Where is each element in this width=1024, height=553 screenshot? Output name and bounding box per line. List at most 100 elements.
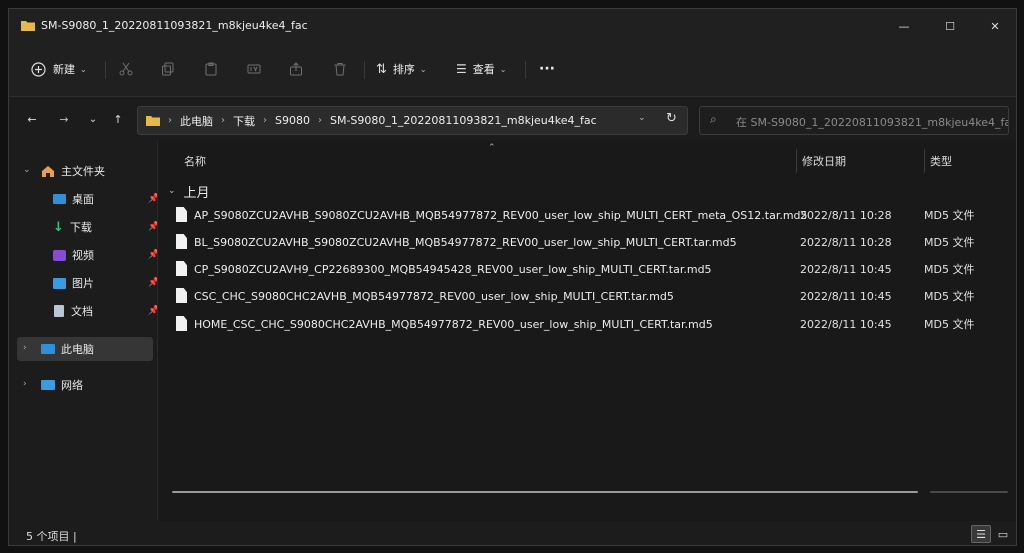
paste-icon[interactable] bbox=[202, 60, 220, 78]
sidebar-item-home[interactable]: 主文件夹 bbox=[17, 159, 153, 183]
sidebar-item-desktop[interactable]: 桌面 📌 bbox=[17, 187, 159, 211]
file-list: ⌃ 名称 修改日期 类型 ⌄ 上月 AP_S9080ZCU2AVHB_S9080… bbox=[157, 141, 1016, 521]
file-date: 2022/8/11 10:28 bbox=[800, 235, 892, 249]
file-name: CSC_CHC_S9080CHC2AVHB_MQB54977872_REV00_… bbox=[194, 289, 674, 303]
sort-icon: ⇅ bbox=[376, 61, 387, 77]
maximize-button[interactable]: ☐ bbox=[927, 9, 973, 43]
column-divider[interactable] bbox=[796, 149, 797, 173]
file-date: 2022/8/11 10:45 bbox=[800, 262, 892, 276]
sidebar-item-label: 网络 bbox=[61, 379, 83, 392]
sidebar-item-documents[interactable]: 文档 📌 bbox=[17, 299, 159, 323]
rename-icon[interactable] bbox=[245, 60, 263, 78]
maximize-icon: ☐ bbox=[945, 19, 955, 33]
sidebar-item-downloads[interactable]: ↓ 下载 📌 bbox=[17, 215, 159, 239]
horizontal-scrollbar-track[interactable] bbox=[930, 491, 1008, 493]
refresh-icon[interactable]: ↻ bbox=[666, 111, 677, 126]
file-name: BL_S9080ZCU2AVHB_S9080ZCU2AVHB_MQB549778… bbox=[194, 235, 737, 249]
table-row[interactable]: CSC_CHC_S9080CHC2AVHB_MQB54977872_REV00_… bbox=[172, 283, 1008, 309]
home-icon bbox=[42, 165, 54, 177]
sort-button[interactable]: ⇅ 排序 ⌄ bbox=[376, 55, 427, 83]
file-type: MD5 文件 bbox=[924, 318, 975, 331]
new-button[interactable]: 新建 ⌄ bbox=[31, 55, 87, 83]
computer-icon bbox=[41, 344, 55, 354]
file-date: 2022/8/11 10:28 bbox=[800, 208, 892, 222]
chevron-right-icon: › bbox=[263, 115, 267, 126]
table-row[interactable]: BL_S9080ZCU2AVHB_S9080ZCU2AVHB_MQB549778… bbox=[172, 229, 1008, 255]
breadcrumb: › 此电脑 › 下载 › S9080 › SM-S9080_1_20220811… bbox=[146, 107, 597, 134]
group-label: 上月 bbox=[183, 185, 210, 201]
more-button[interactable]: ··· bbox=[539, 55, 555, 83]
file-icon bbox=[176, 207, 187, 222]
chevron-down-icon: ⌄ bbox=[499, 64, 507, 74]
column-header-modified[interactable]: 修改日期 bbox=[802, 149, 846, 173]
sidebar-item-pictures[interactable]: 图片 📌 bbox=[17, 271, 159, 295]
minimize-button[interactable]: — bbox=[881, 9, 927, 43]
column-label: 类型 bbox=[930, 155, 952, 168]
search-input[interactable]: ⌕ 在 SM-S9080_1_20220811093821_m8kjeu4ke4… bbox=[699, 106, 1009, 135]
details-view-button[interactable]: ☰ bbox=[971, 525, 991, 543]
explorer-window: SM-S9080_1_20220811093821_m8kjeu4ke4_fac… bbox=[8, 8, 1017, 546]
separator bbox=[525, 61, 526, 79]
up-button[interactable]: ↑ bbox=[107, 105, 129, 133]
details-view-icon: ☰ bbox=[976, 527, 986, 541]
network-icon bbox=[41, 380, 55, 390]
crumb-this-pc[interactable]: 此电脑 bbox=[180, 113, 213, 129]
table-row[interactable]: AP_S9080ZCU2AVHB_S9080ZCU2AVHB_MQB549778… bbox=[172, 202, 1008, 228]
sidebar-item-label: 主文件夹 bbox=[61, 165, 105, 178]
folder-icon bbox=[21, 21, 35, 31]
chevron-right-icon: › bbox=[317, 115, 322, 126]
chevron-right-icon[interactable]: › bbox=[23, 379, 27, 389]
up-arrow-icon: ↑ bbox=[113, 112, 123, 126]
table-row[interactable]: CP_S9080ZCU2AVH9_CP22689300_MQB54945428_… bbox=[172, 256, 1008, 282]
view-label: 查看 bbox=[472, 63, 495, 76]
chevron-right-icon: › bbox=[168, 115, 172, 126]
close-button[interactable]: ✕ bbox=[972, 9, 1016, 43]
sidebar-item-network[interactable]: › 网络 bbox=[17, 373, 153, 397]
desktop-icon bbox=[53, 194, 66, 204]
column-label: 名称 bbox=[184, 155, 206, 168]
separator bbox=[364, 61, 365, 79]
group-header[interactable]: ⌄ 上月 bbox=[168, 181, 210, 201]
horizontal-scrollbar-thumb[interactable] bbox=[172, 491, 918, 493]
forward-button[interactable]: → bbox=[53, 105, 75, 133]
sidebar-item-label: 桌面 bbox=[72, 193, 94, 206]
new-label: 新建 bbox=[53, 63, 75, 76]
chevron-right-icon[interactable]: › bbox=[23, 343, 27, 353]
search-icon: ⌕ bbox=[710, 112, 717, 126]
column-header-name[interactable]: 名称 bbox=[184, 149, 206, 173]
crumb-downloads[interactable]: 下载 bbox=[233, 113, 255, 129]
navigation-pane: ⌄ 主文件夹 桌面 📌 ↓ 下载 📌 视频 📌 图片 📌 文档 � bbox=[9, 141, 159, 521]
download-icon: ↓ bbox=[53, 219, 64, 235]
table-row[interactable]: HOME_CSC_CHC_S9080CHC2AVHB_MQB54977872_R… bbox=[172, 311, 1008, 337]
status-bar: 5 个项目 | ☰ ▭ bbox=[9, 521, 1016, 545]
view-icon: ☰ bbox=[456, 62, 467, 76]
chevron-down-icon[interactable]: ⌄ bbox=[638, 113, 646, 123]
sidebar-item-label: 下载 bbox=[69, 221, 92, 234]
crumb-s9080[interactable]: S9080 bbox=[275, 114, 310, 127]
file-type: MD5 文件 bbox=[924, 209, 975, 222]
separator bbox=[105, 61, 106, 79]
chevron-right-icon: › bbox=[221, 115, 225, 126]
sidebar-item-videos[interactable]: 视频 📌 bbox=[17, 243, 159, 267]
chevron-down-icon: ⌄ bbox=[88, 113, 98, 125]
sidebar-item-label: 视频 bbox=[72, 249, 94, 262]
column-divider[interactable] bbox=[924, 149, 925, 173]
tiles-view-button[interactable]: ▭ bbox=[993, 525, 1013, 543]
sidebar-item-this-pc[interactable]: › 此电脑 bbox=[17, 337, 153, 361]
cut-icon[interactable] bbox=[117, 60, 135, 78]
column-label: 修改日期 bbox=[802, 155, 846, 168]
back-button[interactable]: ← bbox=[21, 105, 43, 133]
forward-arrow-icon: → bbox=[59, 112, 69, 126]
column-header-type[interactable]: 类型 bbox=[930, 149, 952, 173]
window-title: SM-S9080_1_20220811093821_m8kjeu4ke4_fac bbox=[41, 19, 308, 32]
crumb-current-folder[interactable]: SM-S9080_1_20220811093821_m8kjeu4ke4_fac bbox=[330, 114, 597, 127]
view-button[interactable]: ☰ 查看 ⌄ bbox=[456, 55, 506, 83]
folder-icon bbox=[146, 116, 160, 126]
address-bar[interactable]: › 此电脑 › 下载 › S9080 › SM-S9080_1_20220811… bbox=[137, 106, 688, 135]
recent-button[interactable]: ⌄ bbox=[82, 105, 104, 133]
copy-icon[interactable] bbox=[159, 60, 177, 78]
search-placeholder: 在 SM-S9080_1_20220811093821_m8kjeu4ke4_f… bbox=[736, 116, 1009, 129]
delete-icon[interactable] bbox=[331, 60, 349, 78]
command-bar: 新建 ⌄ ⇅ 排序 ⌄ ☰ 查看 ⌄ ··· bbox=[9, 43, 1016, 97]
share-icon[interactable] bbox=[287, 60, 305, 78]
